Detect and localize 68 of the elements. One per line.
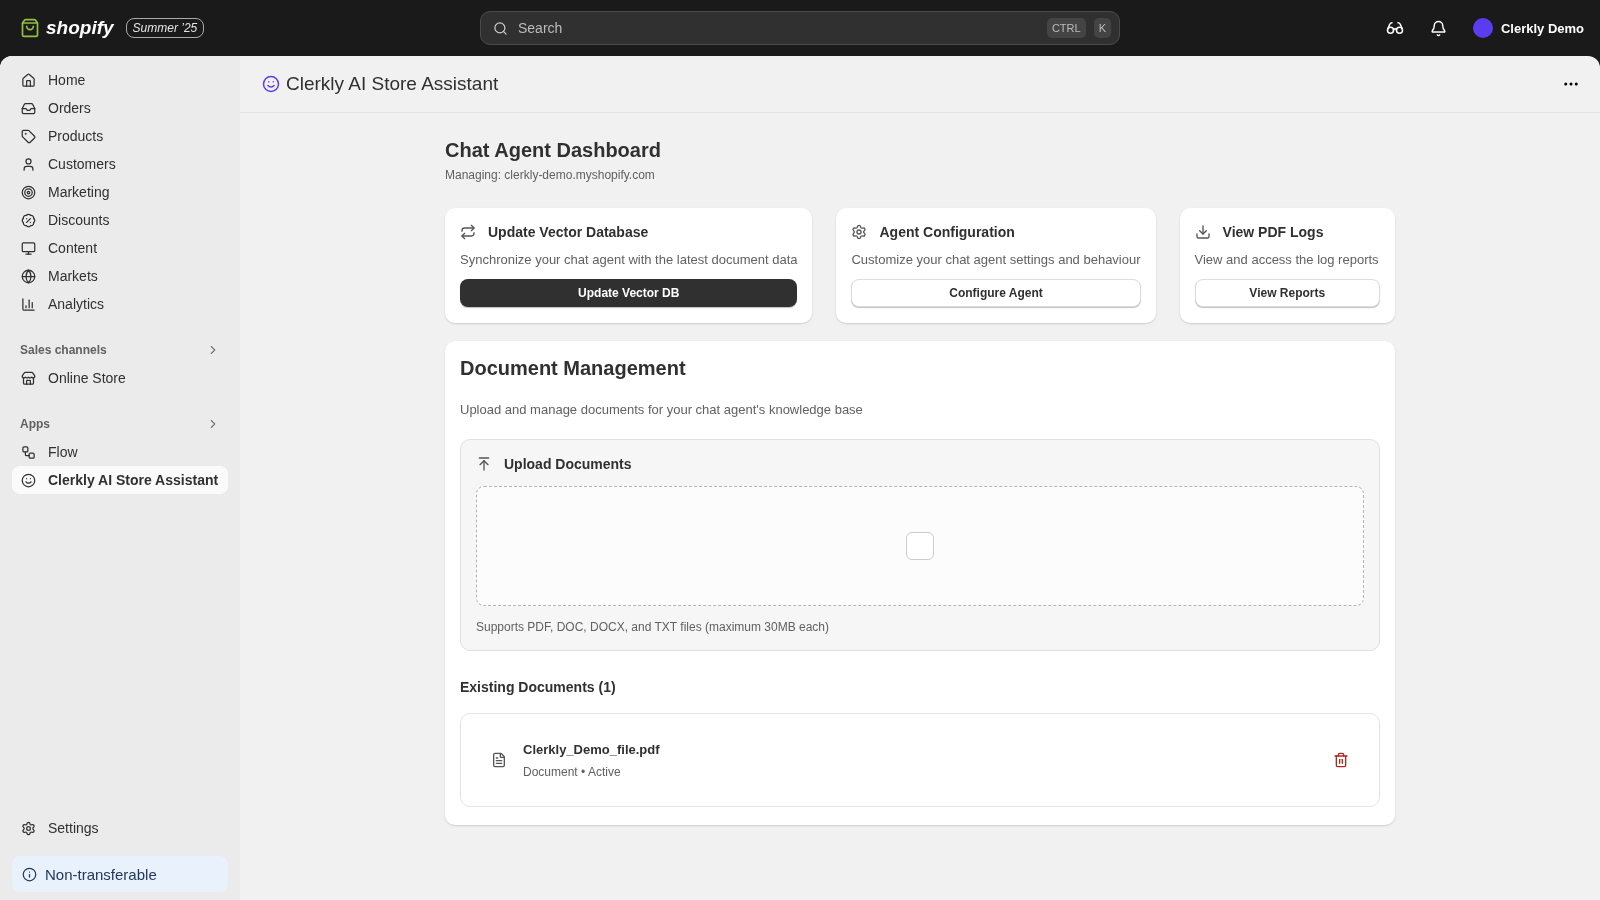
gear-icon [851, 224, 868, 240]
card-description: View and access the log reports [1194, 252, 1380, 267]
edition-badge: Summer ’25 [125, 18, 205, 38]
card-description: Synchronize your chat agent with the latest document data [460, 252, 798, 267]
inbox-icon [21, 100, 36, 116]
action-button[interactable]: View Reports [1194, 279, 1380, 307]
sidebar-item[interactable]: Online Store [12, 364, 228, 392]
settings-item[interactable]: Settings [12, 814, 228, 842]
action-button[interactable]: Configure Agent [851, 279, 1141, 307]
sidebar-item[interactable]: Discounts [12, 206, 228, 234]
sidebar-item[interactable]: Home [12, 66, 228, 94]
section-heading: Apps [20, 417, 50, 431]
sidebar-item[interactable]: Customers [12, 150, 228, 178]
sidebar-item[interactable]: Clerkly AI Store Assistant [12, 466, 228, 494]
trash-icon[interactable] [1333, 752, 1349, 768]
tag-icon [21, 128, 36, 144]
gear-icon [21, 820, 36, 836]
bag-logo-icon [20, 18, 40, 38]
store-icon [21, 370, 36, 386]
user-menu[interactable]: Clerkly Demo [1472, 18, 1584, 38]
upload-hint: Supports PDF, DOC, DOCX, and TXT files (maximum 30MB each) [476, 620, 830, 634]
upload-icon [476, 456, 492, 472]
sidebar-item[interactable]: Flow [12, 438, 228, 466]
document-icon [491, 752, 507, 768]
store-domain: Managing: clerkly-demo.myshopify.com [445, 168, 656, 182]
search-input[interactable]: Search [516, 19, 1039, 37]
action-button[interactable]: Update Vector DB [460, 279, 798, 307]
avatar-icon [1472, 18, 1493, 38]
down-arrow-icon [1194, 224, 1211, 240]
sidebar-item[interactable]: Content [12, 234, 228, 262]
page-title: Clerkly AI Store Assistant [286, 73, 499, 95]
glasses-face-icon[interactable] [1385, 19, 1404, 37]
documents-count-heading: Existing Documents (1) [460, 679, 617, 695]
file-name: Clerkly_Demo_file.pdf [523, 741, 661, 757]
smiley-icon [21, 472, 36, 488]
section-description: Upload and manage documents for your chat agent's knowledge base [460, 402, 864, 417]
sidebar-item[interactable]: Markets [12, 262, 228, 290]
sidebar-item[interactable]: Products [12, 122, 228, 150]
bell-icon[interactable] [1429, 19, 1447, 37]
section-title: Document Management [460, 357, 687, 380]
globe-icon [21, 268, 36, 284]
file-status: Document • Active [523, 764, 622, 779]
percent-badge-icon [21, 212, 36, 228]
search-field[interactable]: Search CTRL K [480, 11, 1120, 45]
repeat-arrows-icon [460, 224, 476, 240]
smiley-icon [262, 75, 280, 93]
sidebar-item[interactable]: Orders [12, 94, 228, 122]
sidebar-item[interactable]: Analytics [12, 290, 228, 318]
logo-text: shopify [46, 17, 114, 39]
card-title: View PDF Logs [1222, 224, 1324, 240]
flow-icon [21, 444, 36, 460]
upload-title: Upload Documents [504, 456, 632, 472]
bar-chart-icon [21, 296, 36, 312]
house-icon [21, 72, 36, 88]
card-title: Agent Configuration [879, 224, 1015, 240]
sidebar-item[interactable]: Marketing [12, 178, 228, 206]
monitor-icon [21, 240, 36, 256]
info-icon [22, 866, 37, 882]
dashboard-heading: Chat Agent Dashboard [445, 139, 662, 162]
person-icon [21, 156, 36, 172]
shortcut-key: CTRL [1046, 18, 1086, 38]
card-description: Customize your chat agent settings and behaviour [851, 252, 1141, 267]
target-icon [21, 184, 36, 200]
shortcut-key: K [1093, 18, 1111, 38]
search-icon [493, 20, 508, 36]
card-title: Update Vector Database [488, 224, 649, 240]
section-heading: Sales channels [20, 343, 107, 357]
notice-banner: Non-transferable [12, 856, 228, 892]
